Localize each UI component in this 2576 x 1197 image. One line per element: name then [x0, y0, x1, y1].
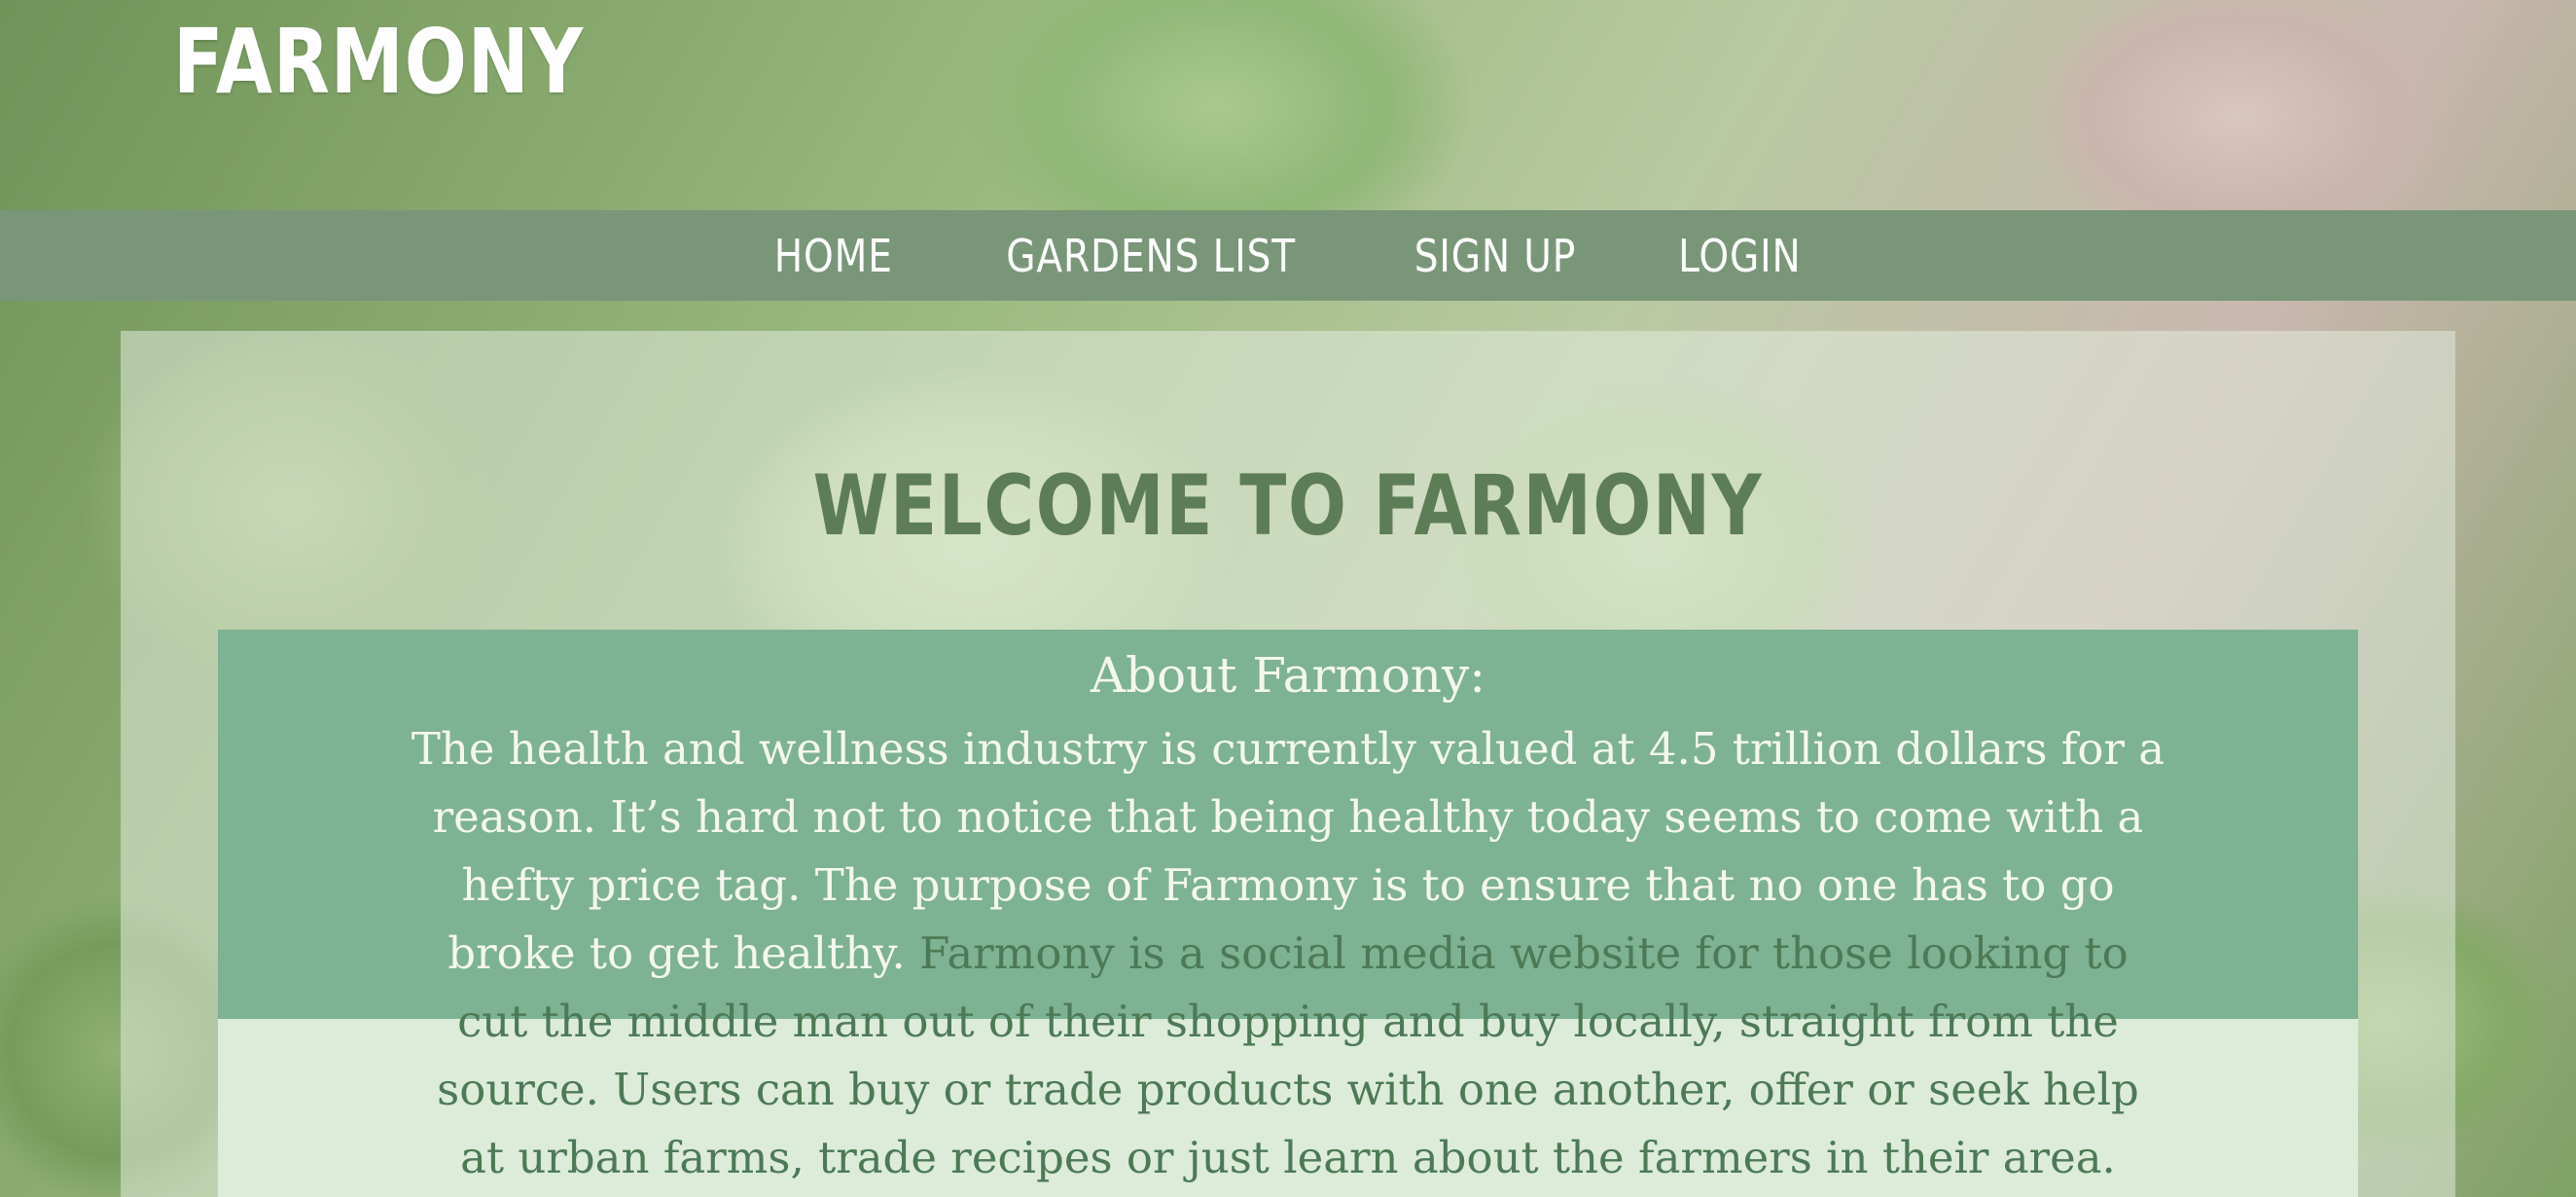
nav-home-link[interactable]: HOME: [773, 230, 892, 282]
nav-gardens-list-link[interactable]: GARDENS LIST: [1007, 230, 1297, 282]
nav-login-link[interactable]: LOGIN: [1679, 230, 1803, 282]
page-title: WELCOME TO FARMONY: [812, 457, 1764, 555]
nav-sign-up-link[interactable]: SIGN UP: [1413, 230, 1575, 282]
main-navigation: HOME GARDENS LIST SIGN UP LOGIN: [0, 210, 2576, 301]
site-logo[interactable]: FARMONY: [173, 10, 584, 114]
about-paragraph: The health and wellness industry is curr…: [409, 715, 2167, 1192]
about-heading: About Farmony:: [1090, 647, 1486, 704]
